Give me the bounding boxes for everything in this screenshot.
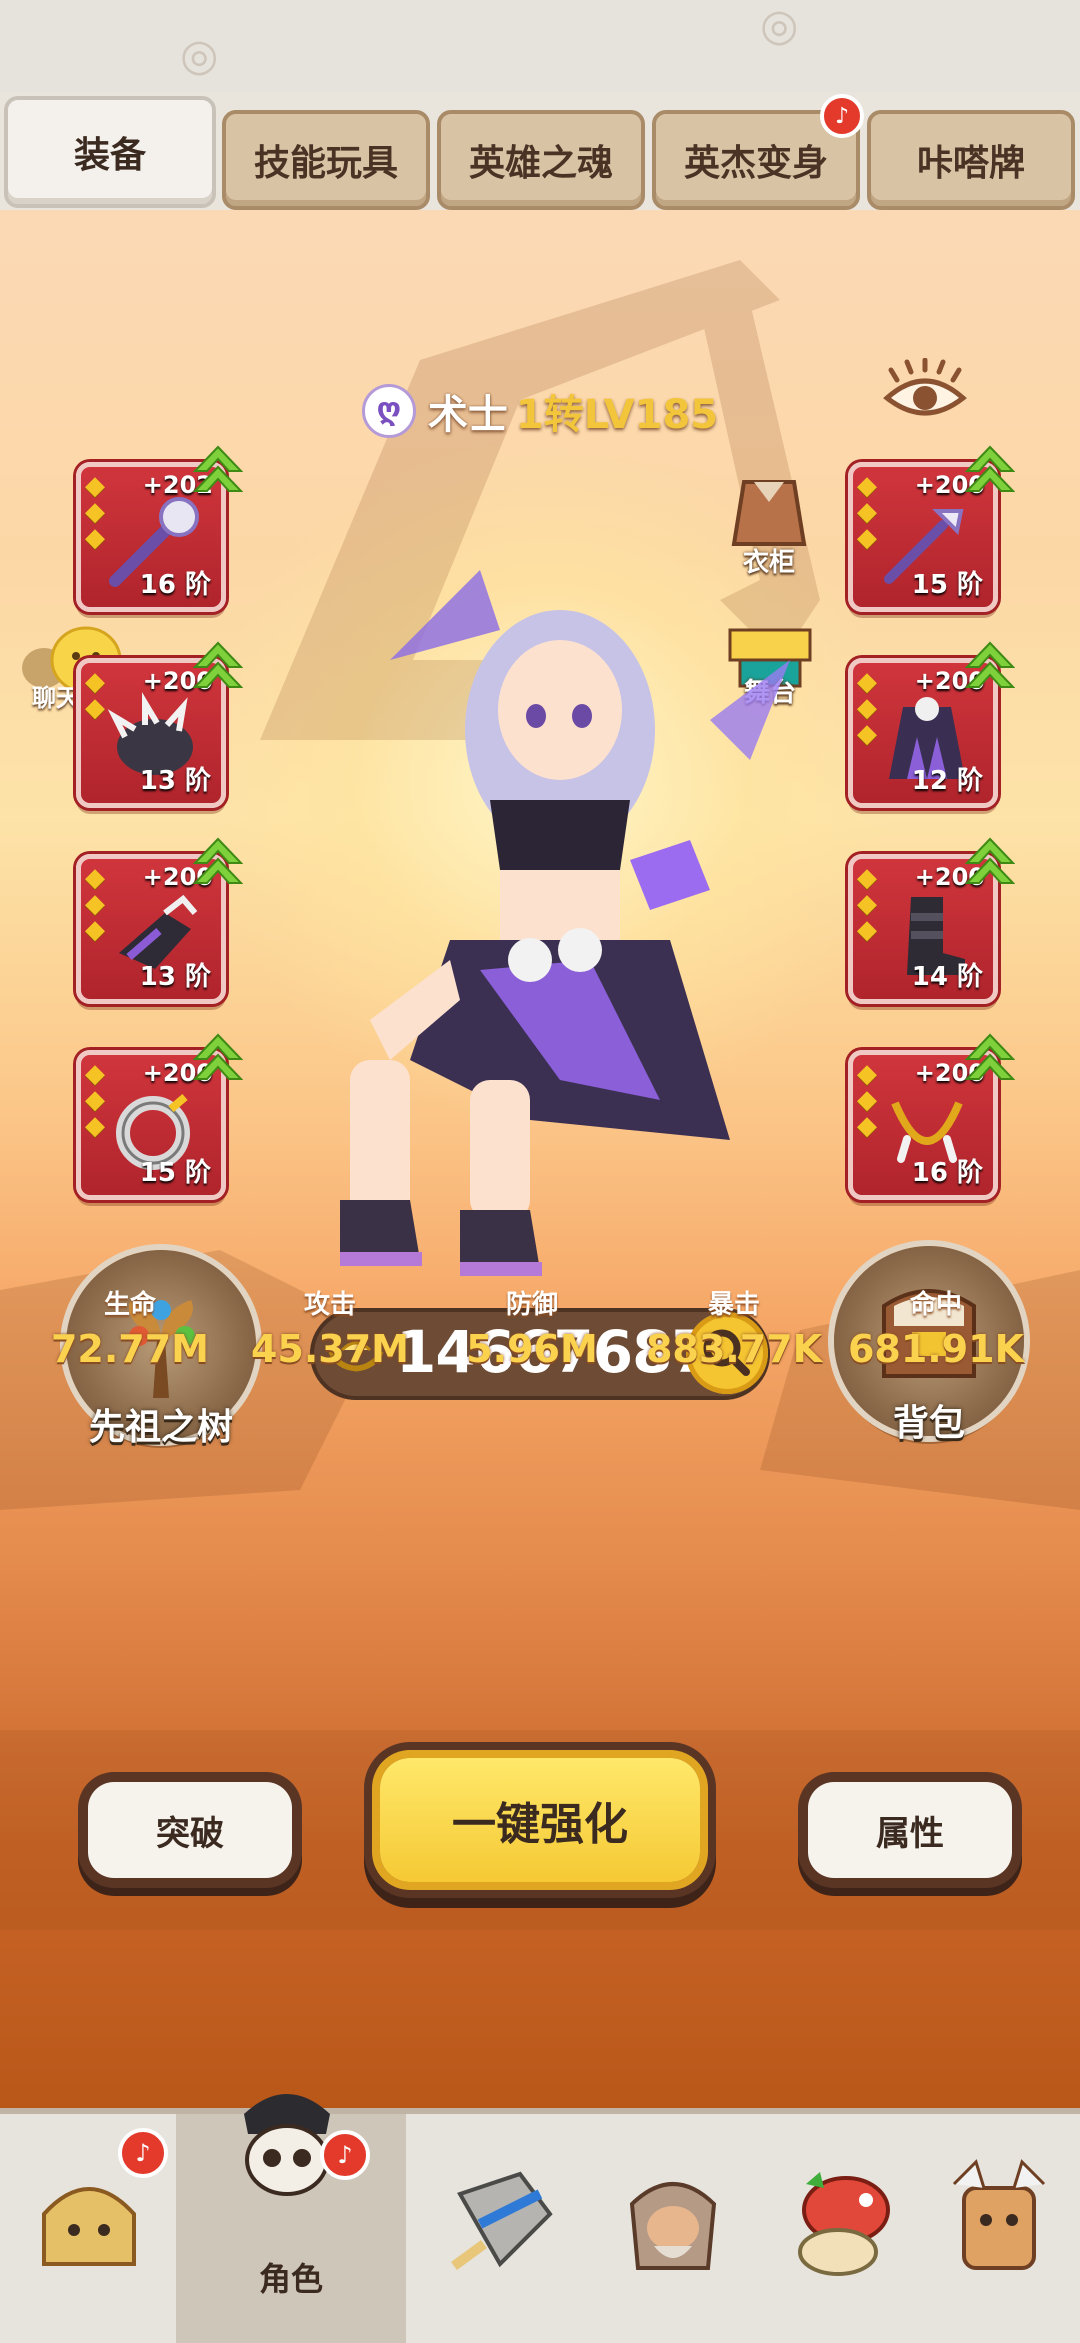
upgrade-arrow-icon [193,641,243,688]
equip-grade: 14 阶 [911,962,983,992]
class-level: 1转LV185 [515,392,719,438]
stat-value: 5.96M [466,1327,598,1371]
tab-bar: 装备 技能玩具 英雄之魂 英杰变身 ♪ 咔嗒牌 [0,92,1080,212]
armor-icon [451,2171,553,2271]
attributes-label: 属性 [876,1813,944,1854]
stat-value: 681.91K [847,1327,1025,1371]
elder-icon [629,2182,717,2270]
swirl-decoration-icon: ◎ [760,0,799,51]
breakthrough-label: 突破 [156,1813,224,1854]
tab-label: 英杰变身 [683,143,828,184]
equip-slot-ring[interactable]: ◆ ◆ ◆ +200 15 阶 [76,1033,243,1200]
nav-item-caveman[interactable]: ♪ [0,2114,176,2343]
notification-badge: ♪ [118,2128,168,2178]
totem-icon [952,2159,1046,2270]
upgrade-arrow-icon [193,1033,243,1080]
chat-label: 聊天 [32,684,80,712]
nav-item-armor[interactable] [416,2114,592,2343]
warlock-character-model [340,570,790,1276]
equip-slot-gloves[interactable]: ◆ ◆ ◆ +200 13 阶 [76,837,243,1004]
upgrade-arrow-icon [965,837,1015,884]
tab-hero-transform[interactable]: 英杰变身 ♪ [652,94,864,210]
stat-attack: 攻击 45.37M [230,1284,430,1371]
equip-slot-weapon[interactable]: ◆ ◆ ◆ +202 16 阶 [76,445,243,612]
warlock-class-icon: ღ [361,384,416,438]
nav-item-elder[interactable] [584,2114,760,2343]
stat-defense: 防御 5.96M [432,1284,632,1371]
upgrade-arrow-icon [965,445,1015,492]
tab-hero-soul[interactable]: 英雄之魂 [437,110,645,210]
enhance-all-label: 一键强化 [452,1799,628,1850]
class-name: 术士 [427,392,508,438]
equip-grade: 15 阶 [911,570,983,600]
equip-slot-helmet[interactable]: ◆ ◆ +200 13 阶 [76,641,243,808]
tab-equipment[interactable]: 装备 [4,96,216,208]
bell-icon: ♪ [820,94,864,138]
stat-value: 45.37M [250,1327,409,1371]
nav-item-totem[interactable] [910,2114,1080,2343]
equip-grade: 13 阶 [139,962,211,992]
stat-label: 防御 [505,1290,558,1320]
equip-grade: 13 阶 [139,766,211,796]
equip-slot-necklace[interactable]: ◆ ◆ ◆ +200 16 阶 [848,1033,1015,1200]
nav-item-character[interactable]: 角色 ♪ [176,2094,406,2343]
equip-grade: 16 阶 [911,1158,983,1188]
nav-item-dino[interactable] [752,2114,928,2343]
attributes-button[interactable]: 属性 [808,1782,1012,1878]
equip-slot-armor[interactable]: ◆ ◆ ◆ +200 12 阶 [848,641,1015,808]
upgrade-arrow-icon [965,641,1015,688]
bottom-navigation: ♪ 角色 ♪ [0,2094,1080,2343]
ancestor-tree-label: 先祖之树 [88,1407,233,1448]
upgrade-arrow-icon [965,1033,1015,1080]
equip-grade: 12 阶 [911,766,983,796]
tab-label: 英雄之魂 [468,143,613,184]
top-border: ◎ ◎ [0,0,1080,96]
swirl-decoration-icon: ◎ [180,30,219,81]
upgrade-arrow-icon [193,837,243,884]
stats-panel: 生命 72.77M 攻击 45.37M 防御 5.96M 暴击 883.77K 命中 68… [0,1284,1080,1404]
nav-label: 角色 [258,2260,323,2298]
equip-slot-offhand[interactable]: ◆ ◆ ◆ +200 15 阶 [848,445,1015,612]
stat-value: 883.77K [645,1327,823,1371]
equip-grade: 15 阶 [139,1158,211,1188]
tab-label: 装备 [73,135,146,176]
stat-label: 生命 [103,1290,156,1320]
stat-label: 暴击 [707,1290,760,1320]
tab-skill-toys[interactable]: 技能玩具 [222,110,430,210]
eye-icon[interactable] [883,358,967,428]
stat-label: 攻击 [303,1290,356,1320]
tab-label: 咔嗒牌 [916,143,1025,184]
enhance-all-button[interactable]: 一键强化 [380,1758,700,1882]
equip-grade: 16 阶 [139,570,211,600]
notification-badge: ♪ [320,2130,370,2180]
tab-kada-cards[interactable]: 咔嗒牌 [867,110,1075,210]
stat-value: 72.77M [50,1327,209,1371]
breakthrough-button[interactable]: 突破 [88,1782,292,1878]
character-stage: ღ 术士 1转LV185 聊天 ◆ ◆ ◆ +202 16 阶 ◆ ◆ +200 13 阶… [0,210,1080,2110]
stat-hp: 生命 72.77M [30,1284,230,1371]
equip-slot-boots[interactable]: ◆ ◆ ◆ +200 14 阶 [848,837,1015,1004]
stat-crit: 暴击 883.77K [634,1284,834,1371]
upgrade-arrow-icon [193,445,243,492]
stat-label: 命中 [909,1290,962,1320]
dino-icon [798,2172,890,2276]
tab-label: 技能玩具 [253,143,398,184]
stat-accuracy: 命中 681.91K [836,1284,1036,1371]
